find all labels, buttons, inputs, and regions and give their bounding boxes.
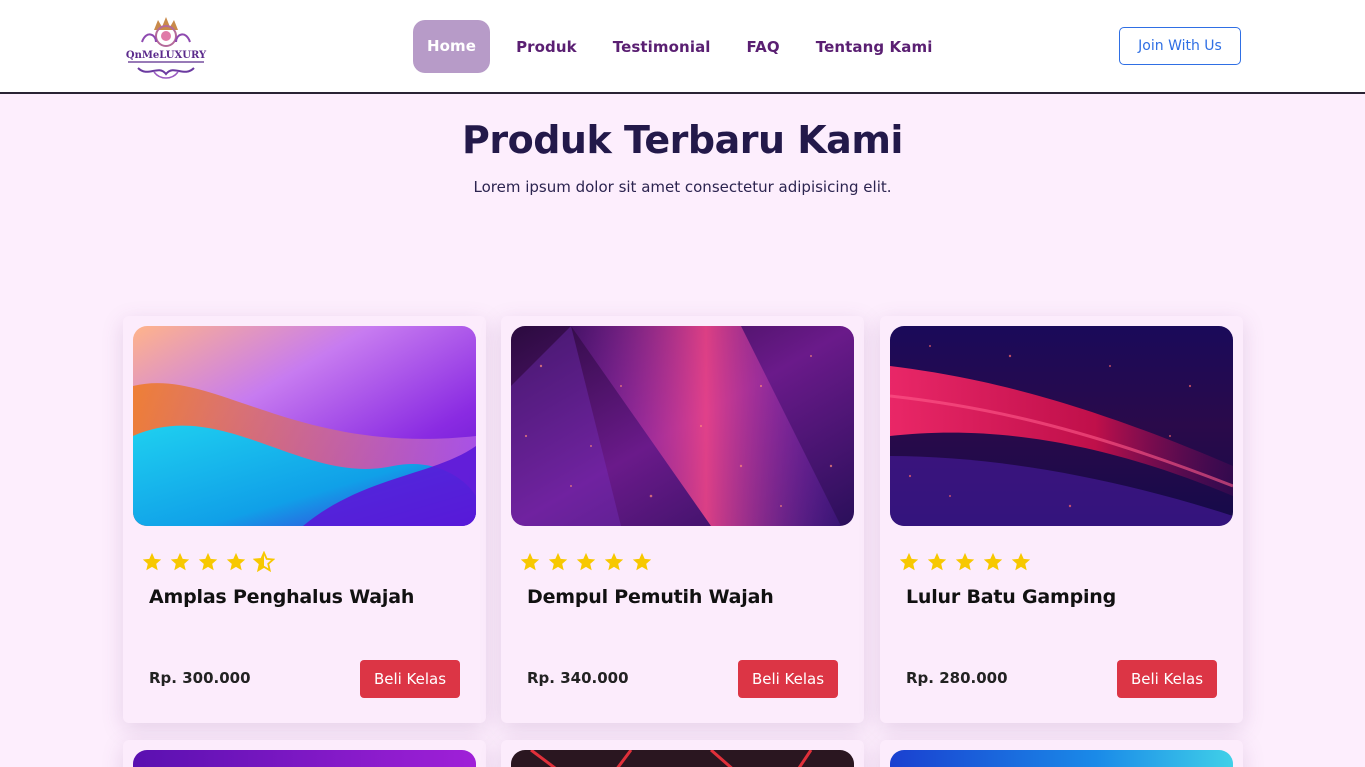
rating-stars	[141, 551, 281, 573]
nav-link-produk[interactable]: Produk	[516, 38, 577, 56]
join-with-us-button[interactable]: Join With Us	[1119, 27, 1241, 65]
star-half-icon	[253, 551, 275, 573]
star-icon	[576, 552, 596, 571]
star-icon	[198, 552, 218, 571]
main-nav: Home Produk Testimonial FAQ Tentang Kami	[413, 20, 968, 73]
star-icon	[226, 552, 246, 571]
star-icon	[632, 552, 652, 571]
star-icon	[983, 552, 1003, 571]
nav-link-faq[interactable]: FAQ	[747, 38, 780, 56]
product-image	[890, 750, 1233, 767]
nav-link-testimonial[interactable]: Testimonial	[613, 38, 711, 56]
star-icon	[520, 552, 540, 571]
brand-logo[interactable]: QnMeLUXURY	[124, 12, 208, 82]
product-price: Rp. 280.000	[906, 669, 1008, 687]
star-icon	[955, 552, 975, 571]
product-card: Amplas Penghalus Wajah Rp. 300.000 Beli …	[123, 316, 486, 723]
beli-kelas-button[interactable]: Beli Kelas	[738, 660, 838, 698]
star-icon	[548, 552, 568, 571]
product-price: Rp. 300.000	[149, 669, 251, 687]
product-card	[880, 740, 1243, 767]
product-title: Amplas Penghalus Wajah	[149, 586, 415, 608]
product-image	[890, 326, 1233, 526]
star-icon	[170, 552, 190, 571]
section-title: Produk Terbaru Kami	[462, 118, 903, 162]
star-icon	[927, 552, 947, 571]
star-icon	[899, 552, 919, 571]
product-title: Lulur Batu Gamping	[906, 586, 1117, 608]
rating-stars	[519, 551, 659, 573]
section-subtitle: Lorem ipsum dolor sit amet consectetur a…	[473, 178, 892, 196]
product-card	[123, 740, 486, 767]
nav-link-home[interactable]: Home	[413, 20, 491, 73]
product-card	[501, 740, 864, 767]
rating-stars	[898, 551, 1038, 573]
navbar: QnMeLUXURY Home Produk Testimonial FAQ T…	[0, 0, 1365, 94]
product-price: Rp. 340.000	[527, 669, 629, 687]
star-icon	[142, 552, 162, 571]
nav-link-tentang-kami[interactable]: Tentang Kami	[816, 38, 933, 56]
product-image	[511, 750, 854, 767]
product-image	[133, 750, 476, 767]
product-image	[133, 326, 476, 526]
product-card: Dempul Pemutih Wajah Rp. 340.000 Beli Ke…	[501, 316, 864, 723]
beli-kelas-button[interactable]: Beli Kelas	[360, 660, 460, 698]
product-image	[511, 326, 854, 526]
product-title: Dempul Pemutih Wajah	[527, 586, 774, 608]
svg-text:QnMeLUXURY: QnMeLUXURY	[126, 50, 207, 61]
star-icon	[1011, 552, 1031, 571]
star-icon	[604, 552, 624, 571]
product-card: Lulur Batu Gamping Rp. 280.000 Beli Kela…	[880, 316, 1243, 723]
beli-kelas-button[interactable]: Beli Kelas	[1117, 660, 1217, 698]
